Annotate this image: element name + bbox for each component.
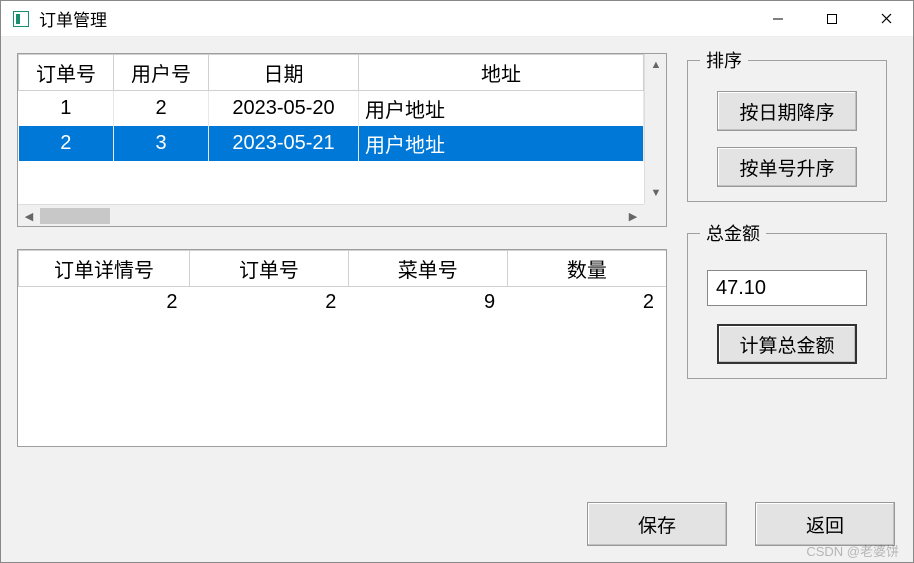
orders-col-address[interactable]: 地址 — [359, 55, 644, 91]
table-row[interactable]: 1 2 2023-05-20 用户地址 — [19, 91, 644, 127]
left-column: 订单号 用户号 日期 地址 1 2 2023-05-20 用户地 — [17, 53, 667, 447]
scroll-down-icon[interactable]: ▼ — [645, 182, 667, 204]
scroll-thumb[interactable] — [40, 208, 110, 224]
total-group: 总金额 计算总金额 — [687, 220, 887, 379]
table-row[interactable]: 2 3 2023-05-21 用户地址 — [19, 126, 644, 161]
cell-date: 2023-05-20 — [209, 91, 359, 127]
details-col-qty[interactable]: 数量 — [507, 251, 666, 287]
details-table-frame: 订单详情号 订单号 菜单号 数量 2 2 9 2 — [17, 249, 667, 447]
cell-order-id: 1 — [19, 91, 114, 127]
save-button[interactable]: 保存 — [587, 502, 727, 546]
scroll-up-icon[interactable]: ▲ — [645, 54, 667, 76]
orders-vertical-scrollbar[interactable]: ▲ ▼ — [644, 54, 666, 204]
close-button[interactable] — [859, 1, 913, 37]
total-amount-input[interactable] — [707, 270, 867, 306]
details-table[interactable]: 订单详情号 订单号 菜单号 数量 2 2 9 2 — [18, 250, 666, 319]
titlebar: 订单管理 — [1, 1, 913, 37]
cell-date: 2023-05-21 — [209, 126, 359, 161]
cell-menu-id: 9 — [348, 287, 507, 319]
sort-by-id-asc-button[interactable]: 按单号升序 — [717, 147, 857, 187]
app-icon — [13, 11, 29, 27]
minimize-button[interactable] — [751, 1, 805, 37]
cell-address: 用户地址 — [359, 126, 644, 161]
orders-table[interactable]: 订单号 用户号 日期 地址 1 2 2023-05-20 用户地 — [18, 54, 644, 161]
cell-order-id: 2 — [190, 287, 349, 319]
bottom-button-row: 保存 返回 — [587, 502, 895, 546]
cell-address: 用户地址 — [359, 91, 644, 127]
orders-table-viewport[interactable]: 订单号 用户号 日期 地址 1 2 2023-05-20 用户地 — [18, 54, 644, 204]
orders-col-order-id[interactable]: 订单号 — [19, 55, 114, 91]
table-row[interactable]: 2 2 9 2 — [19, 287, 667, 319]
calculate-total-button[interactable]: 计算总金额 — [717, 324, 857, 364]
scroll-left-icon[interactable]: ◀ — [18, 205, 40, 227]
orders-table-frame: 订单号 用户号 日期 地址 1 2 2023-05-20 用户地 — [17, 53, 667, 227]
orders-header-row: 订单号 用户号 日期 地址 — [19, 55, 644, 91]
orders-col-date[interactable]: 日期 — [209, 55, 359, 91]
orders-col-user-id[interactable]: 用户号 — [114, 55, 209, 91]
window-title: 订单管理 — [39, 6, 751, 31]
cell-qty: 2 — [507, 287, 666, 319]
details-table-viewport[interactable]: 订单详情号 订单号 菜单号 数量 2 2 9 2 — [18, 250, 666, 446]
details-header-row: 订单详情号 订单号 菜单号 数量 — [19, 251, 667, 287]
details-col-menu-id[interactable]: 菜单号 — [348, 251, 507, 287]
scroll-corner — [644, 204, 666, 226]
sort-by-date-desc-button[interactable]: 按日期降序 — [717, 91, 857, 131]
cell-detail-id: 2 — [19, 287, 190, 319]
details-col-order-id[interactable]: 订单号 — [190, 251, 349, 287]
orders-horizontal-scrollbar[interactable]: ◀ ▶ — [18, 204, 644, 226]
cell-user-id: 2 — [114, 91, 209, 127]
total-legend: 总金额 — [700, 220, 766, 246]
maximize-button[interactable] — [805, 1, 859, 37]
app-window: 订单管理 订单号 — [0, 0, 914, 563]
right-column: 排序 按日期降序 按单号升序 总金额 计算总金额 — [687, 47, 887, 397]
details-col-detail-id[interactable]: 订单详情号 — [19, 251, 190, 287]
cell-user-id: 3 — [114, 126, 209, 161]
cell-order-id: 2 — [19, 126, 114, 161]
client-area: 订单号 用户号 日期 地址 1 2 2023-05-20 用户地 — [1, 37, 913, 562]
back-button[interactable]: 返回 — [755, 502, 895, 546]
sort-legend: 排序 — [700, 47, 748, 73]
sort-group: 排序 按日期降序 按单号升序 — [687, 47, 887, 202]
scroll-right-icon[interactable]: ▶ — [622, 205, 644, 227]
